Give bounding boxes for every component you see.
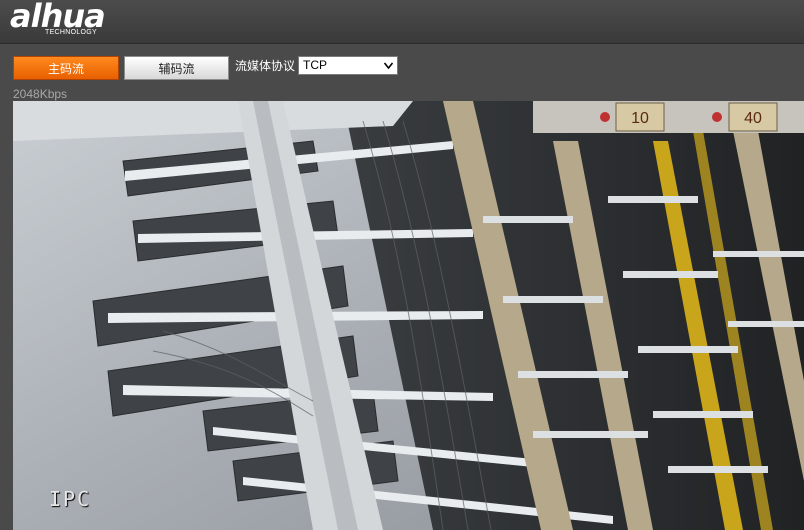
dahua-logo: alhua TECHNOLOGY	[8, 0, 158, 42]
rack-tag-right: 40	[744, 110, 762, 127]
protocol-selected-value: TCP	[303, 58, 327, 72]
bitrate-readout: 2048Kbps	[13, 87, 68, 101]
protocol-label: 流媒体协议	[235, 59, 296, 73]
sub-stream-button[interactable]: 辅码流	[124, 56, 229, 80]
video-frame: 10 40	[13, 101, 804, 530]
live-video-view[interactable]: 10 40 IPC	[13, 101, 804, 530]
top-header: alhua TECHNOLOGY	[0, 0, 804, 44]
chevron-down-icon	[384, 62, 393, 69]
stream-toolbar: 主码流 辅码流 流媒体协议 TCP 2048Kbps	[0, 44, 804, 101]
rack-tag-left: 10	[631, 110, 649, 127]
osd-camera-label: IPC	[49, 487, 92, 511]
protocol-select[interactable]: TCP	[298, 56, 398, 75]
main-stream-button[interactable]: 主码流	[13, 56, 119, 80]
logo-subtext: TECHNOLOGY	[45, 29, 98, 36]
